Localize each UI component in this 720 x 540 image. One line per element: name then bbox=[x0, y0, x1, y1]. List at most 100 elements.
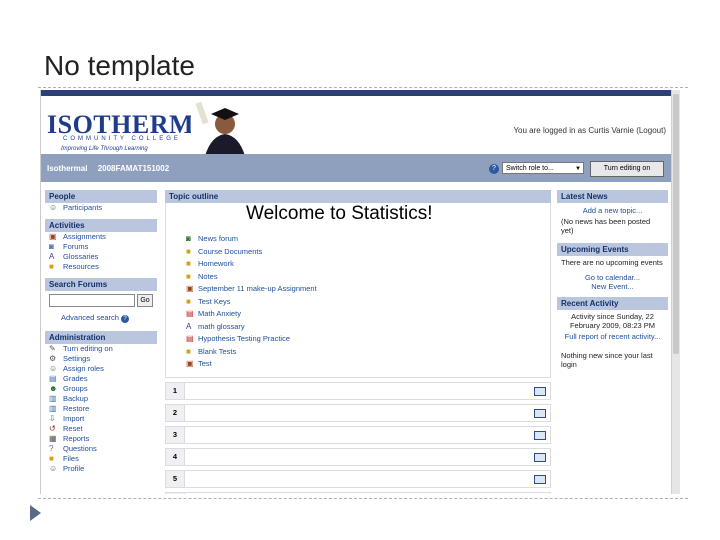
search-forums-block: Search Forums Go Advanced search ? bbox=[45, 278, 157, 325]
admin-item-reset[interactable]: ↺ Reset bbox=[45, 424, 157, 434]
resource-test-keys[interactable]: ■ Test Keys bbox=[186, 296, 317, 309]
help-icon[interactable]: ? bbox=[121, 315, 130, 323]
resource-label: Math Anxiety bbox=[198, 309, 241, 318]
advanced-search-link[interactable]: Advanced search ? bbox=[45, 311, 157, 325]
resource-list: ◙ News forum ■ Course Documents ■ Homework … bbox=[186, 233, 317, 371]
full-report-link[interactable]: Full report of recent activity... bbox=[557, 332, 668, 341]
resource-label: Notes bbox=[198, 271, 218, 281]
resource-notes[interactable]: ■ Notes bbox=[186, 271, 317, 284]
backup-icon: ▥ bbox=[49, 394, 57, 403]
turn-editing-on-button[interactable]: Turn editing on bbox=[590, 161, 664, 177]
resource-math-anxiety[interactable]: ▤ Math Anxiety bbox=[186, 308, 317, 321]
sidebar-item-label: Groups bbox=[63, 384, 88, 393]
bullet-arrow-icon bbox=[30, 505, 41, 521]
bottom-divider bbox=[38, 498, 688, 499]
switch-role-value: Switch role to... bbox=[506, 165, 554, 172]
sidebar-item-label: Participants bbox=[63, 203, 103, 212]
folder-icon: ■ bbox=[186, 346, 191, 356]
resource-test[interactable]: ▣ Test bbox=[186, 358, 317, 371]
collapse-toggle-icon[interactable] bbox=[534, 475, 546, 484]
collapse-toggle-icon[interactable] bbox=[534, 387, 546, 396]
admin-item-import[interactable]: ⇩ Import bbox=[45, 414, 157, 424]
sidebar-item-glossaries[interactable]: A Glossaries bbox=[45, 252, 157, 262]
admin-item-questions[interactable]: ? Questions bbox=[45, 444, 157, 454]
left-column: People ☺ Participants Activities ▣ Assign… bbox=[45, 190, 157, 480]
resource-label: Test bbox=[198, 359, 212, 368]
resource-blank-tests[interactable]: ■ Blank Tests bbox=[186, 346, 317, 359]
breadcrumb-home[interactable]: Isothermal bbox=[47, 164, 87, 173]
sidebar-item-assignments[interactable]: ▣ Assignments bbox=[45, 232, 157, 242]
sidebar-item-label: Reset bbox=[63, 424, 83, 433]
folder-icon: ■ bbox=[186, 296, 191, 306]
right-column: Latest News Add a new topic... (No news … bbox=[557, 190, 668, 377]
sidebar-item-label: Assign roles bbox=[63, 364, 104, 373]
site-banner: ISOTHERMAL COMMUNITY COLLEGE Improving L… bbox=[41, 96, 672, 156]
admin-item-settings[interactable]: ⚙ Settings bbox=[45, 354, 157, 364]
sidebar-item-label: Grades bbox=[63, 374, 88, 383]
topic-outline: Topic outline Welcome to Statistics! ◙ Ne… bbox=[165, 190, 551, 494]
quiz-icon: ▣ bbox=[186, 359, 194, 368]
resource-homework[interactable]: ■ Homework bbox=[186, 258, 317, 271]
roles-icon: ☺ bbox=[49, 364, 58, 373]
slide-title: No template bbox=[44, 50, 195, 81]
resource-label: math glossary bbox=[198, 321, 245, 331]
sidebar-item-participants[interactable]: ☺ Participants bbox=[45, 203, 157, 213]
resource-label: News forum bbox=[198, 234, 239, 243]
moodle-screenshot: ISOTHERMAL COMMUNITY COLLEGE Improving L… bbox=[40, 90, 672, 494]
login-info[interactable]: You are logged in as Curtis Varnie (Logo… bbox=[513, 126, 666, 135]
resource-september-assignment[interactable]: ▣ September 11 make-up Assignment bbox=[186, 283, 317, 296]
activities-block: Activities ▣ Assignments ◙ Forums A Glossar… bbox=[45, 219, 157, 272]
admin-item-assign-roles[interactable]: ☺ Assign roles bbox=[45, 364, 157, 374]
assignment-icon: ▣ bbox=[49, 232, 57, 241]
resource-course-documents[interactable]: ■ Course Documents bbox=[186, 246, 317, 259]
restore-icon: ▥ bbox=[49, 404, 57, 413]
assignment-icon: ▣ bbox=[186, 284, 194, 293]
resource-news-forum[interactable]: ◙ News forum bbox=[186, 233, 317, 246]
recent-activity-block: Recent Activity Activity since Sunday, 2… bbox=[557, 297, 668, 371]
sidebar-item-label: Questions bbox=[63, 444, 97, 453]
scrollbar-thumb[interactable] bbox=[673, 94, 679, 354]
latest-news-header: Latest News bbox=[557, 190, 668, 203]
admin-item-reports[interactable]: ▦ Reports bbox=[45, 434, 157, 444]
logo-tagline: Improving Life Through Learning bbox=[61, 146, 148, 152]
go-button[interactable]: Go bbox=[137, 294, 153, 307]
sidebar-item-label: Files bbox=[63, 454, 79, 463]
search-input[interactable] bbox=[49, 294, 135, 307]
switch-role-select[interactable]: Switch role to... ▼ bbox=[502, 162, 584, 174]
vertical-scrollbar[interactable] bbox=[671, 90, 680, 494]
admin-item-files[interactable]: ■ Files bbox=[45, 454, 157, 464]
sidebar-item-label: Import bbox=[63, 414, 85, 423]
admin-item-profile[interactable]: ☺ Profile bbox=[45, 464, 157, 474]
go-to-calendar-link[interactable]: Go to calendar... bbox=[557, 273, 668, 282]
people-block: People ☺ Participants bbox=[45, 190, 157, 213]
admin-item-turn-editing-on[interactable]: ✎ Turn editing on bbox=[45, 344, 157, 354]
week-section: 6 bbox=[165, 492, 551, 494]
administration-header: Administration bbox=[45, 331, 157, 344]
week-section: 1 bbox=[165, 382, 551, 400]
admin-item-restore[interactable]: ▥ Restore bbox=[45, 404, 157, 414]
sidebar-item-resources[interactable]: ■ Resources bbox=[45, 262, 157, 272]
resource-hypothesis-testing[interactable]: ▤ Hypothesis Testing Practice bbox=[186, 333, 317, 346]
pdf-icon: ▤ bbox=[186, 334, 194, 343]
pdf-icon: ▤ bbox=[186, 309, 194, 318]
help-icon[interactable]: ? bbox=[489, 164, 499, 174]
collapse-toggle-icon[interactable] bbox=[534, 409, 546, 418]
collapse-toggle-icon[interactable] bbox=[534, 453, 546, 462]
admin-item-backup[interactable]: ▥ Backup bbox=[45, 394, 157, 404]
resource-label: Test Keys bbox=[198, 296, 231, 306]
week-number: 6 bbox=[166, 493, 185, 494]
resource-math-glossary[interactable]: Amath glossary bbox=[186, 321, 317, 334]
collapse-toggle-icon[interactable] bbox=[534, 431, 546, 440]
no-events-text: There are no upcoming events bbox=[561, 258, 663, 267]
folder-icon: ■ bbox=[186, 259, 191, 268]
upcoming-events-header: Upcoming Events bbox=[557, 243, 668, 256]
reset-icon: ↺ bbox=[49, 424, 56, 433]
sidebar-item-forums[interactable]: ◙ Forums bbox=[45, 242, 157, 252]
sidebar-item-label: Resources bbox=[63, 262, 99, 271]
sidebar-item-label: Settings bbox=[63, 354, 91, 363]
week-number: 1 bbox=[166, 383, 185, 399]
admin-item-groups[interactable]: ☻ Groups bbox=[45, 384, 157, 394]
admin-item-grades[interactable]: ▤ Grades bbox=[45, 374, 157, 384]
add-topic-link[interactable]: Add a new topic... bbox=[557, 203, 668, 215]
new-event-link[interactable]: New Event... bbox=[557, 282, 668, 291]
